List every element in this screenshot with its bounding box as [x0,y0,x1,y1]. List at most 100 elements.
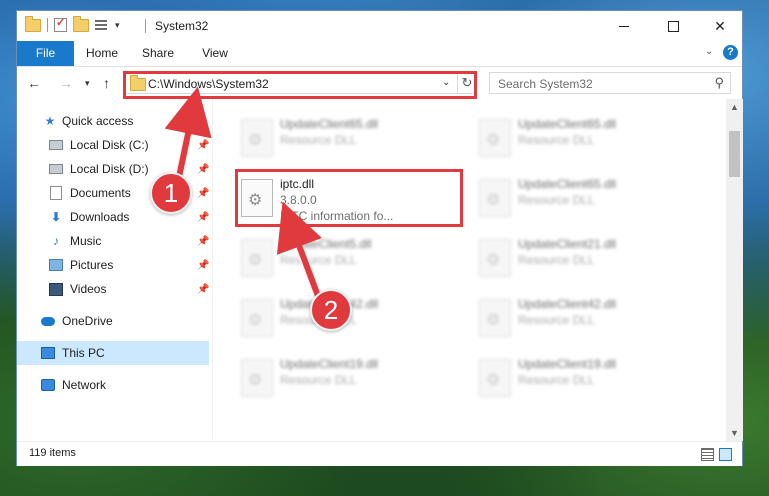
pin-icon[interactable]: 📌 [197,284,209,295]
file-name: UpdateClient65.dll [518,177,617,191]
properties-check-icon[interactable] [54,16,67,32]
sidebar-item-label: Videos [70,282,107,296]
properties-icon[interactable] [95,19,109,31]
file-item[interactable]: UpdateClient21.dll Resource DLL [473,231,701,285]
search-input[interactable]: Search System32 ⚲ [489,72,731,94]
tab-view[interactable]: View [193,41,237,66]
drive-icon [49,138,63,152]
step-2-callout: 2 [310,289,352,331]
sidebar-item-music[interactable]: ♪ Music 📌 [17,229,209,253]
file-name: UpdateClient42.dll [518,297,617,311]
sidebar-item-videos[interactable]: Videos 📌 [17,277,209,301]
file-name: UpdateClient65.dll [518,117,617,131]
status-bar: 119 items [17,441,742,466]
sidebar-item-quick-access[interactable]: ★ Quick access [17,109,209,133]
search-icon: ⚲ [714,75,724,90]
network-icon [41,378,55,392]
pin-icon[interactable]: 📌 [197,164,209,175]
tiles-view-icon[interactable] [719,448,732,461]
pictures-icon [49,258,63,272]
file-item[interactable]: UpdateClient19.dll Resource DLL [235,351,463,405]
file-description: Resource DLL [518,253,595,267]
music-icon: ♪ [53,234,59,248]
file-item[interactable]: UpdateClient42.dll Resource DLL [473,291,701,345]
back-arrow-icon[interactable]: ← [27,75,41,91]
sidebar-item-label: Quick access [62,114,134,128]
scroll-down-icon[interactable]: ▼ [730,428,739,438]
sidebar-item-label: This PC [62,346,105,360]
file-item[interactable]: UpdateClient65.dll Resource DLL [235,111,463,165]
file-item[interactable]: UpdateClient65.dll Resource DLL [473,171,701,225]
up-arrow-icon[interactable]: ↑ [103,75,110,91]
file-description: Resource DLL [518,313,595,327]
tab-home[interactable]: Home [79,41,125,66]
close-button[interactable]: ✕ [697,11,743,41]
dll-file-icon [241,299,273,337]
new-folder-icon[interactable] [73,15,89,32]
address-highlight-box [123,71,477,99]
close-icon: ✕ [714,17,726,34]
file-description: Resource DLL [518,193,595,207]
file-name: UpdateClient21.dll [518,237,617,251]
details-view-icon[interactable] [701,448,714,461]
videos-icon [49,282,63,296]
title-bar: ▾ System32 ✕ [17,11,742,41]
sidebar-item-onedrive[interactable]: OneDrive [17,309,209,333]
pin-icon[interactable]: 📌 [197,236,209,247]
title-separator [145,19,146,33]
item-count: 119 items [29,447,76,459]
cloud-icon [41,314,55,328]
scrollbar-thumb[interactable] [729,131,740,177]
dll-file-icon [479,179,511,217]
tab-share[interactable]: Share [135,41,181,66]
step-1-callout: 1 [150,172,192,214]
help-icon[interactable]: ? [723,45,738,60]
sidebar-item-label: Downloads [70,210,130,224]
file-item[interactable]: UpdateClient19.dll Resource DLL [473,351,701,405]
window-title: System32 [155,19,209,33]
dll-file-icon [241,359,273,397]
sidebar-item-local-disk-c[interactable]: Local Disk (C:) 📌 [17,133,209,157]
customize-toolbar-chevron-icon[interactable]: ▾ [115,20,120,31]
quick-access-toolbar: ▾ [25,15,120,32]
maximize-button[interactable] [650,11,696,41]
file-description: Resource DLL [518,373,595,387]
file-item[interactable]: UpdateClient65.dll Resource DLL [473,111,701,165]
file-item[interactable]: UpdateClient5.dll Resource DLL [235,231,463,285]
scroll-up-icon[interactable]: ▲ [730,102,739,112]
sidebar-item-network[interactable]: Network [17,373,209,397]
sidebar-item-label: Local Disk (D:) [70,162,149,176]
dll-file-icon [241,239,273,277]
file-name: UpdateClient5.dll [280,237,372,251]
drive-icon [49,162,63,176]
recent-locations-chevron-icon[interactable]: ▾ [85,78,90,89]
sidebar-item-label: Network [62,378,107,392]
tab-file[interactable]: File [17,41,74,66]
dll-file-icon [479,359,511,397]
documents-icon [49,186,63,200]
sidebar-item-this-pc[interactable]: This PC [17,341,209,365]
folder-icon [25,15,41,32]
file-highlight-box [235,169,463,227]
sidebar-item-label: Pictures [70,258,114,272]
pin-icon[interactable]: 📌 [197,260,209,271]
sidebar-item-pictures[interactable]: Pictures 📌 [17,253,209,277]
navigation-pane: ★ Quick access Local Disk (C:) 📌 Local D… [17,99,213,439]
file-list: UpdateClient65.dll Resource DLL iptc.dll… [213,99,726,439]
pin-icon[interactable]: 📌 [197,212,209,223]
sidebar-item-label: Music [70,234,102,248]
file-description: Resource DLL [518,133,595,147]
pin-icon[interactable]: 📌 [197,188,209,199]
file-description: Resource DLL [280,373,357,387]
file-description: Resource DLL [280,253,357,267]
dll-file-icon [241,119,273,157]
minimize-button[interactable] [601,11,647,41]
vertical-scrollbar[interactable]: ▲ ▼ [726,99,743,441]
file-description: Resource DLL [280,133,357,147]
expand-ribbon-chevron-icon[interactable]: ⌄ [705,46,713,57]
minimize-icon [619,25,629,27]
maximize-icon [667,20,679,32]
file-name: UpdateClient19.dll [518,357,617,371]
forward-arrow-icon[interactable]: → [59,75,73,91]
pin-icon[interactable]: 📌 [197,140,209,151]
